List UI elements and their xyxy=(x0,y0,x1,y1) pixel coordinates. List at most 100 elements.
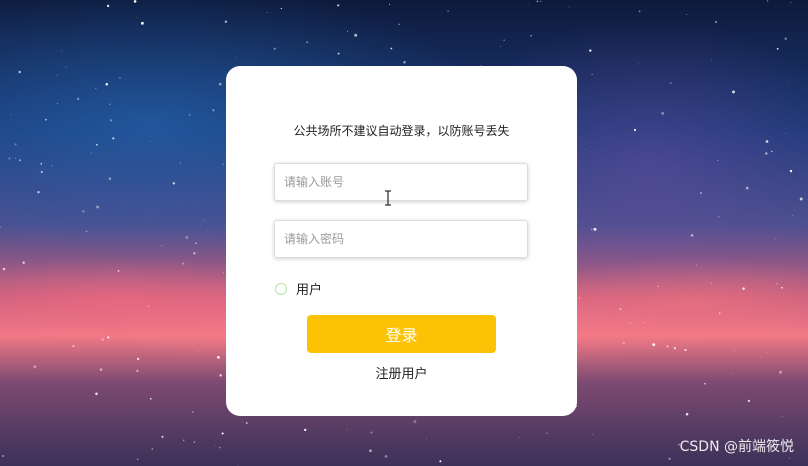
star xyxy=(530,34,533,37)
star xyxy=(652,343,656,346)
star xyxy=(585,148,587,150)
star xyxy=(787,82,788,84)
star xyxy=(354,33,358,37)
account-input[interactable] xyxy=(274,163,528,201)
star xyxy=(747,399,751,403)
star xyxy=(370,431,373,434)
login-button[interactable]: 登录 xyxy=(307,315,496,353)
star xyxy=(306,41,309,44)
star xyxy=(191,411,194,413)
star xyxy=(107,336,110,339)
star xyxy=(112,137,115,140)
star xyxy=(96,205,100,209)
star xyxy=(337,4,340,7)
star xyxy=(519,437,521,439)
star xyxy=(95,392,98,396)
star xyxy=(217,355,220,359)
star xyxy=(199,351,200,353)
star xyxy=(108,177,112,180)
star xyxy=(642,322,644,324)
user-role-label: 用户 xyxy=(296,283,323,298)
star xyxy=(182,439,185,442)
star xyxy=(718,215,720,218)
star xyxy=(148,305,150,307)
star xyxy=(770,150,773,153)
star xyxy=(781,415,783,417)
star xyxy=(589,49,592,52)
star xyxy=(125,278,127,280)
star xyxy=(593,227,597,231)
star xyxy=(304,428,307,432)
star xyxy=(222,272,224,274)
star xyxy=(200,224,201,226)
star xyxy=(82,210,85,213)
star xyxy=(101,338,105,341)
star xyxy=(686,14,687,15)
star xyxy=(0,226,1,228)
radio-circle-icon[interactable] xyxy=(275,282,287,295)
star xyxy=(638,10,641,13)
star xyxy=(776,283,778,285)
star xyxy=(718,312,721,314)
star xyxy=(18,70,21,74)
star xyxy=(337,52,340,55)
star xyxy=(711,59,713,61)
user-role-radio[interactable]: 用户 xyxy=(275,279,322,298)
star xyxy=(182,262,185,265)
star xyxy=(346,428,348,430)
star xyxy=(179,162,181,164)
star xyxy=(90,152,92,154)
star xyxy=(119,77,121,79)
star xyxy=(105,83,109,86)
star xyxy=(792,214,794,216)
star xyxy=(109,119,113,122)
star xyxy=(648,191,649,193)
star xyxy=(638,63,640,65)
star xyxy=(172,182,175,185)
star xyxy=(546,432,548,434)
star xyxy=(684,349,687,351)
star xyxy=(236,57,238,59)
star xyxy=(578,297,580,299)
star xyxy=(670,279,672,281)
star xyxy=(622,342,625,345)
star xyxy=(245,421,248,425)
star xyxy=(715,20,718,24)
star xyxy=(685,412,689,416)
star xyxy=(799,197,803,201)
star xyxy=(666,345,669,348)
star xyxy=(136,369,139,372)
star xyxy=(731,372,733,374)
star xyxy=(109,103,111,106)
star xyxy=(57,102,58,104)
star xyxy=(72,344,75,348)
star xyxy=(788,457,791,460)
star xyxy=(22,261,25,264)
star xyxy=(37,190,40,194)
star xyxy=(447,10,449,12)
star xyxy=(384,455,388,458)
star xyxy=(161,435,164,438)
star xyxy=(149,397,152,400)
star xyxy=(195,242,198,245)
star xyxy=(193,252,196,255)
star xyxy=(661,111,665,115)
star xyxy=(670,82,672,84)
star xyxy=(668,457,671,461)
star xyxy=(218,446,221,449)
login-card: 公共场所不建议自动登录，以防账号丢失 用户 登录 注册用户 xyxy=(226,66,577,416)
star xyxy=(117,269,120,272)
star xyxy=(536,0,539,3)
auto-login-notice: 公共场所不建议自动登录，以防账号丢失 xyxy=(293,124,510,138)
star xyxy=(222,163,224,165)
star xyxy=(785,132,787,134)
star xyxy=(766,0,769,2)
star xyxy=(204,220,206,222)
register-link[interactable]: 注册用户 xyxy=(226,363,577,382)
star xyxy=(403,60,406,64)
star xyxy=(398,23,400,25)
star xyxy=(732,90,735,94)
password-input[interactable] xyxy=(274,220,528,258)
star xyxy=(779,370,782,374)
star xyxy=(426,439,428,440)
